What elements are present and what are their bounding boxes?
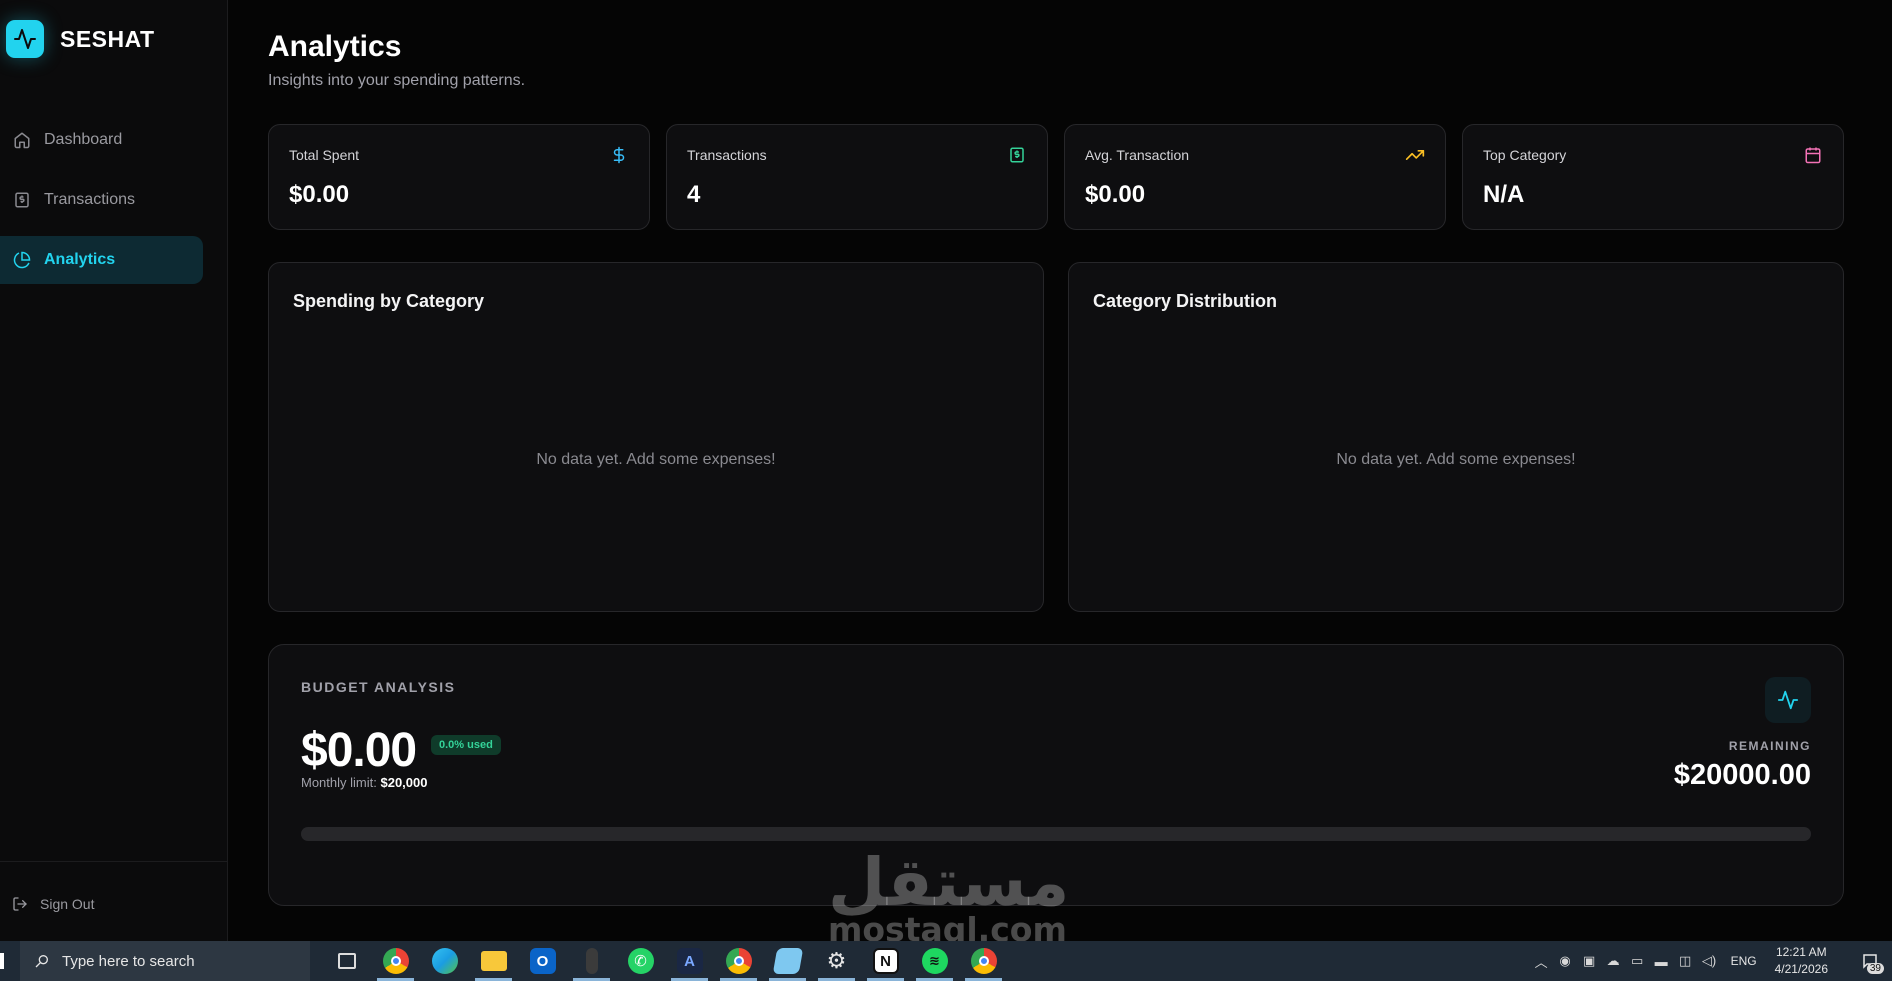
stat-label: Avg. Transaction <box>1085 147 1190 163</box>
taskbar-apps: O ✆ A ⚙ N ≋ <box>322 941 1008 981</box>
notion-icon[interactable]: N <box>861 941 910 981</box>
budget-analysis-card: BUDGET ANALYSIS $0.00 0.0% used Monthly … <box>268 644 1844 906</box>
home-icon <box>12 130 32 150</box>
device-icon[interactable]: ▭ <box>1630 953 1645 969</box>
stats-row: Total Spent $0.00 Transactions 4 Avg. Tr… <box>268 124 1844 230</box>
search-icon <box>34 953 50 969</box>
cloud-off-icon[interactable]: ☁ <box>1606 953 1621 969</box>
language-indicator[interactable]: ENG <box>1731 954 1757 968</box>
affinity-icon[interactable]: A <box>665 941 714 981</box>
stat-card-total-spent: Total Spent $0.00 <box>268 124 650 230</box>
stat-value: $0.00 <box>1085 181 1146 208</box>
charts-row: Spending by Category No data yet. Add so… <box>268 262 1844 612</box>
tray-icons: ︿ ◉ ▣ ☁ ▭ ▬ ◫ ◁) <box>1534 953 1717 970</box>
budget-progress-bar <box>301 827 1811 841</box>
remaining-label: REMAINING <box>1728 739 1811 753</box>
stat-label: Total Spent <box>289 147 360 163</box>
activity-icon <box>1765 677 1811 723</box>
chrome-icon[interactable] <box>371 941 420 981</box>
camera-icon[interactable]: ▣ <box>1582 953 1597 969</box>
file-explorer-icon[interactable] <box>469 941 518 981</box>
spotify-icon[interactable]: ≋ <box>910 941 959 981</box>
pie-chart-icon <box>12 250 32 270</box>
tray-app-icon[interactable]: ◉ <box>1558 953 1573 969</box>
app-dark-icon[interactable] <box>567 941 616 981</box>
sidebar-item-analytics[interactable]: Analytics <box>0 236 203 284</box>
brand-name: SESHAT <box>60 25 155 52</box>
notification-center-button[interactable]: 39 <box>1848 941 1892 981</box>
volume-icon[interactable]: ◁) <box>1702 953 1717 969</box>
brand[interactable]: SESHAT <box>6 20 155 58</box>
clock-date: 4/21/2026 <box>1774 962 1828 976</box>
start-button[interactable] <box>0 953 4 969</box>
budget-usage-badge: 0.0% used <box>431 735 501 755</box>
stat-value: $0.00 <box>289 181 350 208</box>
task-view-icon[interactable] <box>322 941 371 981</box>
calendar-icon <box>1803 145 1823 165</box>
sign-out-label: Sign Out <box>40 896 95 912</box>
stat-card-top-category: Top Category N/A <box>1462 124 1844 230</box>
budget-limit-value: $20,000 <box>380 775 428 790</box>
stat-value: N/A <box>1483 181 1525 208</box>
page-subtitle: Insights into your spending patterns. <box>268 72 526 89</box>
budget-limit-label: Monthly limit: <box>301 775 377 790</box>
activity-logo-icon <box>6 20 44 58</box>
budget-title: BUDGET ANALYSIS <box>301 679 456 695</box>
chart-card-category-distribution: Category Distribution No data yet. Add s… <box>1068 262 1844 612</box>
chart-empty-message: No data yet. Add some expenses! <box>1336 451 1576 468</box>
stat-label: Top Category <box>1483 147 1567 163</box>
stat-value: 4 <box>687 181 701 208</box>
whatsapp-icon[interactable]: ✆ <box>616 941 665 981</box>
budget-spent-amount: $0.00 <box>301 724 417 777</box>
stat-card-transactions: Transactions 4 <box>666 124 1048 230</box>
sidebar-item-label: Transactions <box>44 191 135 208</box>
sidebar-nav: Dashboard Transactions Analytics <box>0 116 203 296</box>
chart-empty-message: No data yet. Add some expenses! <box>536 451 776 468</box>
dollar-icon <box>609 145 629 165</box>
chart-card-spending-by-category: Spending by Category No data yet. Add so… <box>268 262 1044 612</box>
search-placeholder: Type here to search <box>62 952 195 970</box>
edge-icon[interactable] <box>420 941 469 981</box>
trending-up-icon <box>1405 145 1425 165</box>
taskbar: Type here to search O ✆ A ⚙ N ≋ ︿ ◉ ▣ ☁ … <box>0 941 1892 981</box>
stat-label: Transactions <box>687 147 767 163</box>
chrome-profile-2-icon[interactable] <box>959 941 1008 981</box>
remaining-value: $20000.00 <box>1673 759 1811 791</box>
page-title: Analytics <box>268 30 402 63</box>
receipt-icon <box>12 190 32 210</box>
clock[interactable]: 12:21 AM 4/21/2026 <box>1775 944 1828 978</box>
app-window: SESHAT Dashboard Transactions Analytics <box>0 0 1892 946</box>
chart-title: Category Distribution <box>1093 291 1278 311</box>
chrome-profile-icon[interactable] <box>714 941 763 981</box>
notification-count: 39 <box>1866 963 1884 974</box>
notepad-icon[interactable] <box>763 941 812 981</box>
stat-card-avg-transaction: Avg. Transaction $0.00 <box>1064 124 1446 230</box>
main-content: Analytics Insights into your spending pa… <box>228 0 1892 941</box>
budget-limit: Monthly limit: $20,000 <box>301 775 427 790</box>
sidebar-item-label: Dashboard <box>44 131 123 148</box>
sidebar-item-transactions[interactable]: Transactions <box>0 176 203 224</box>
sidebar-footer: Sign Out <box>0 861 228 941</box>
system-tray: ︿ ◉ ▣ ☁ ▭ ▬ ◫ ◁) ENG 12:21 AM 4/21/2026 … <box>1534 941 1892 981</box>
network-icon[interactable]: ◫ <box>1678 953 1693 969</box>
sidebar-item-dashboard[interactable]: Dashboard <box>0 116 203 164</box>
chevron-up-icon[interactable]: ︿ <box>1534 954 1549 970</box>
settings-icon[interactable]: ⚙ <box>812 941 861 981</box>
battery-icon[interactable]: ▬ <box>1654 954 1669 969</box>
chart-title: Spending by Category <box>293 291 485 311</box>
sign-out-button[interactable]: Sign Out <box>12 896 94 912</box>
clock-time: 12:21 AM <box>1775 945 1827 959</box>
outlook-icon[interactable]: O <box>518 941 567 981</box>
taskbar-search-input[interactable]: Type here to search <box>20 941 310 981</box>
sidebar: SESHAT Dashboard Transactions Analytics <box>0 0 228 941</box>
log-out-icon <box>12 896 28 912</box>
sidebar-item-label: Analytics <box>44 251 116 268</box>
banknote-icon <box>1007 145 1027 165</box>
